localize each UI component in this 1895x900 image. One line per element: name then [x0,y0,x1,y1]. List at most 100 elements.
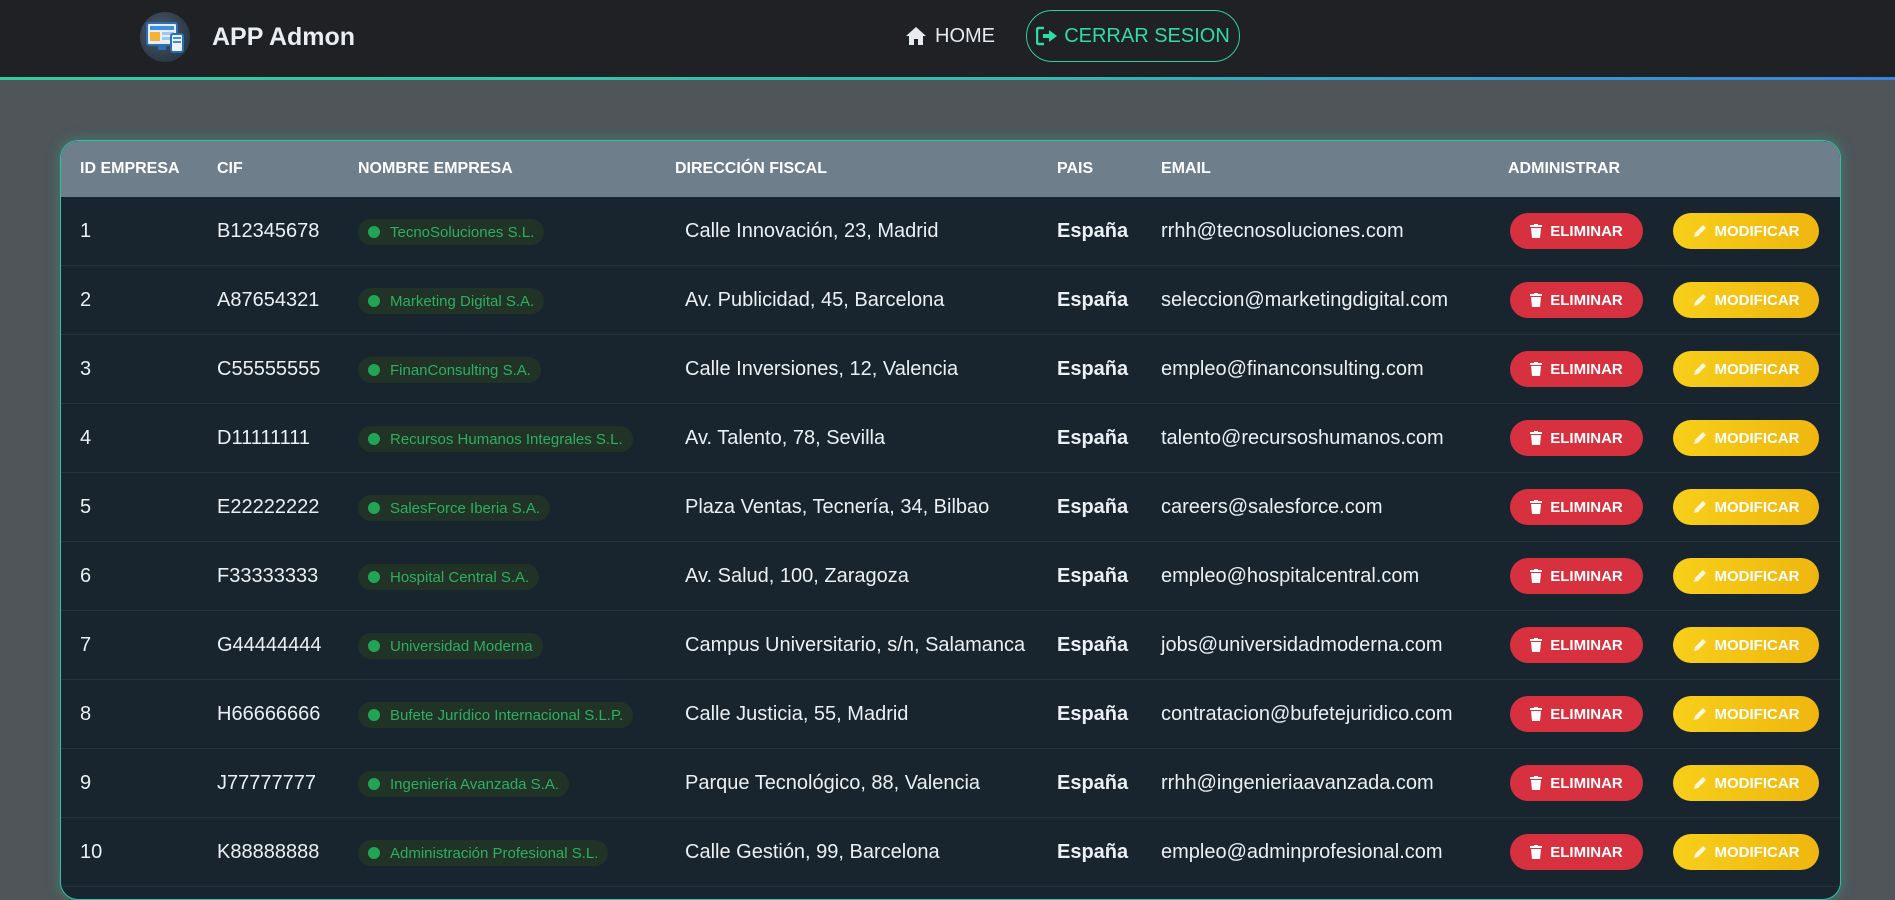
cell-direccion: Calle Justicia, 55, Madrid [685,703,909,725]
cell-id: 10 [80,841,103,863]
delete-button[interactable]: ELIMINAR [1510,213,1643,249]
delete-button[interactable]: ELIMINAR [1510,765,1643,801]
modify-button[interactable]: MODIFICAR [1673,420,1819,456]
modify-button-label: MODIFICAR [1714,291,1800,309]
cell-pais: España [1057,427,1129,449]
delete-button[interactable]: ELIMINAR [1510,627,1643,663]
trash-icon [1530,707,1543,721]
modify-button[interactable]: MODIFICAR [1673,213,1819,249]
cell-cif: J77777777 [217,772,316,794]
cell-nombre: Universidad Moderna [390,637,533,655]
delete-button[interactable]: ELIMINAR [1510,696,1643,732]
cell-id: 7 [80,634,92,656]
modify-button[interactable]: MODIFICAR [1673,627,1819,663]
table-row[interactable]: 6 F33333333 Hospital Central S.A. Av. Sa… [61,542,1840,611]
cell-nombre: Hospital Central S.A. [390,568,530,586]
delete-button[interactable]: ELIMINAR [1510,351,1643,387]
modify-button[interactable]: MODIFICAR [1673,351,1819,387]
modify-button[interactable]: MODIFICAR [1673,834,1819,870]
header-id[interactable]: ID EMPRESA [80,141,180,197]
modify-button[interactable]: MODIFICAR [1673,282,1819,318]
cell-pais: España [1057,565,1129,587]
pencil-icon [1693,501,1706,513]
delete-button[interactable]: ELIMINAR [1510,558,1643,594]
trash-icon [1530,569,1543,583]
cell-pais: España [1057,841,1129,863]
table-row[interactable]: 3 C55555555 FinanConsulting S.A. Calle I… [61,335,1840,404]
delete-button[interactable]: ELIMINAR [1510,489,1643,525]
cell-email: talento@recursoshumanos.com [1161,427,1444,449]
cell-nombre: Marketing Digital S.A. [390,292,535,310]
delete-button[interactable]: ELIMINAR [1510,420,1643,456]
delete-button[interactable]: ELIMINAR [1510,834,1643,870]
cell-email: seleccion@marketingdigital.com [1161,289,1449,311]
logout-button[interactable]: CERRAR SESION [1026,10,1240,62]
pencil-icon [1693,225,1706,237]
pencil-icon [1693,708,1706,720]
trash-icon [1530,224,1543,238]
modify-button[interactable]: MODIFICAR [1673,696,1819,732]
status-dot-icon [368,847,380,859]
cell-cif: D11111111 [217,427,311,449]
delete-button[interactable]: ELIMINAR [1510,282,1643,318]
logout-button-label: CERRAR SESION [1064,24,1230,47]
modify-button[interactable]: MODIFICAR [1673,489,1819,525]
cell-direccion: Campus Universitario, s/n, Salamanca [685,634,1026,656]
cell-id: 5 [80,496,92,518]
cell-id: 9 [80,772,92,794]
home-link[interactable]: HOME [905,20,995,52]
modify-button-label: MODIFICAR [1714,360,1800,378]
modify-button[interactable]: MODIFICAR [1673,765,1819,801]
modify-button-label: MODIFICAR [1714,498,1800,516]
cell-nombre: Ingeniería Avanzada S.A. [390,775,560,793]
cell-direccion: Parque Tecnológico, 88, Valencia [685,772,981,794]
table-row[interactable]: 4 D11111111 Recursos Humanos Integrales … [61,404,1840,473]
modify-button-label: MODIFICAR [1714,429,1800,447]
cell-cif: G44444444 [217,634,322,656]
modify-button[interactable]: MODIFICAR [1673,558,1819,594]
table-row[interactable]: 1 B12345678 TecnoSoluciones S.L. Calle I… [61,197,1840,266]
status-dot-icon [368,226,380,238]
trash-icon [1530,845,1543,859]
table-row[interactable]: 5 E22222222 SalesForce Iberia S.A. Plaza… [61,473,1840,542]
table-row[interactable]: 7 G44444444 Universidad Moderna Campus U… [61,611,1840,680]
header-pais[interactable]: PAIS [1057,141,1093,197]
cell-cif: E22222222 [217,496,320,518]
cell-email: empleo@adminprofesional.com [1161,841,1443,863]
cell-nombre: SalesForce Iberia S.A. [390,499,541,517]
table-row[interactable]: 9 J77777777 Ingeniería Avanzada S.A. Par… [61,749,1840,818]
cell-cif: A87654321 [217,289,320,311]
cell-id: 8 [80,703,92,725]
trash-icon [1530,500,1543,514]
brand[interactable]: APP Admon [140,12,355,62]
status-dot-icon [368,778,380,790]
header-nombre[interactable]: NOMBRE EMPRESA [358,141,513,197]
cell-nombre: Administración Profesional S.L. [390,844,599,862]
table-row[interactable]: 8 H66666666 Bufete Jurídico Internaciona… [61,680,1840,749]
status-dot-icon [368,502,380,514]
cell-id: 3 [80,358,92,380]
table-row[interactable]: 2 A87654321 Marketing Digital S.A. Av. P… [61,266,1840,335]
cell-email: contratacion@bufetejuridico.com [1161,703,1453,725]
modify-button-label: MODIFICAR [1714,705,1800,723]
company-name-badge: SalesForce Iberia S.A. [358,495,551,521]
delete-button-label: ELIMINAR [1550,843,1623,861]
cell-id: 2 [80,289,92,311]
cell-direccion: Calle Inversiones, 12, Valencia [685,358,959,380]
company-name-badge: Bufete Jurídico Internacional S.L.P. [358,702,634,728]
status-dot-icon [368,433,380,445]
cell-pais: España [1057,289,1129,311]
house-icon [906,27,926,45]
cell-direccion: Calle Gestión, 99, Barcelona [685,841,940,863]
modify-button-label: MODIFICAR [1714,774,1800,792]
header-direccion[interactable]: DIRECCIÓN FISCAL [675,141,827,197]
table-header: ID EMPRESA CIF NOMBRE EMPRESA DIRECCIÓN … [61,141,1840,197]
company-name-badge: Marketing Digital S.A. [358,288,545,314]
header-cif[interactable]: CIF [217,141,243,197]
trash-icon [1530,776,1543,790]
trash-icon [1530,638,1543,652]
status-dot-icon [368,640,380,652]
delete-button-label: ELIMINAR [1550,291,1623,309]
header-email[interactable]: EMAIL [1161,141,1211,197]
cell-direccion: Calle Innovación, 23, Madrid [685,220,939,242]
